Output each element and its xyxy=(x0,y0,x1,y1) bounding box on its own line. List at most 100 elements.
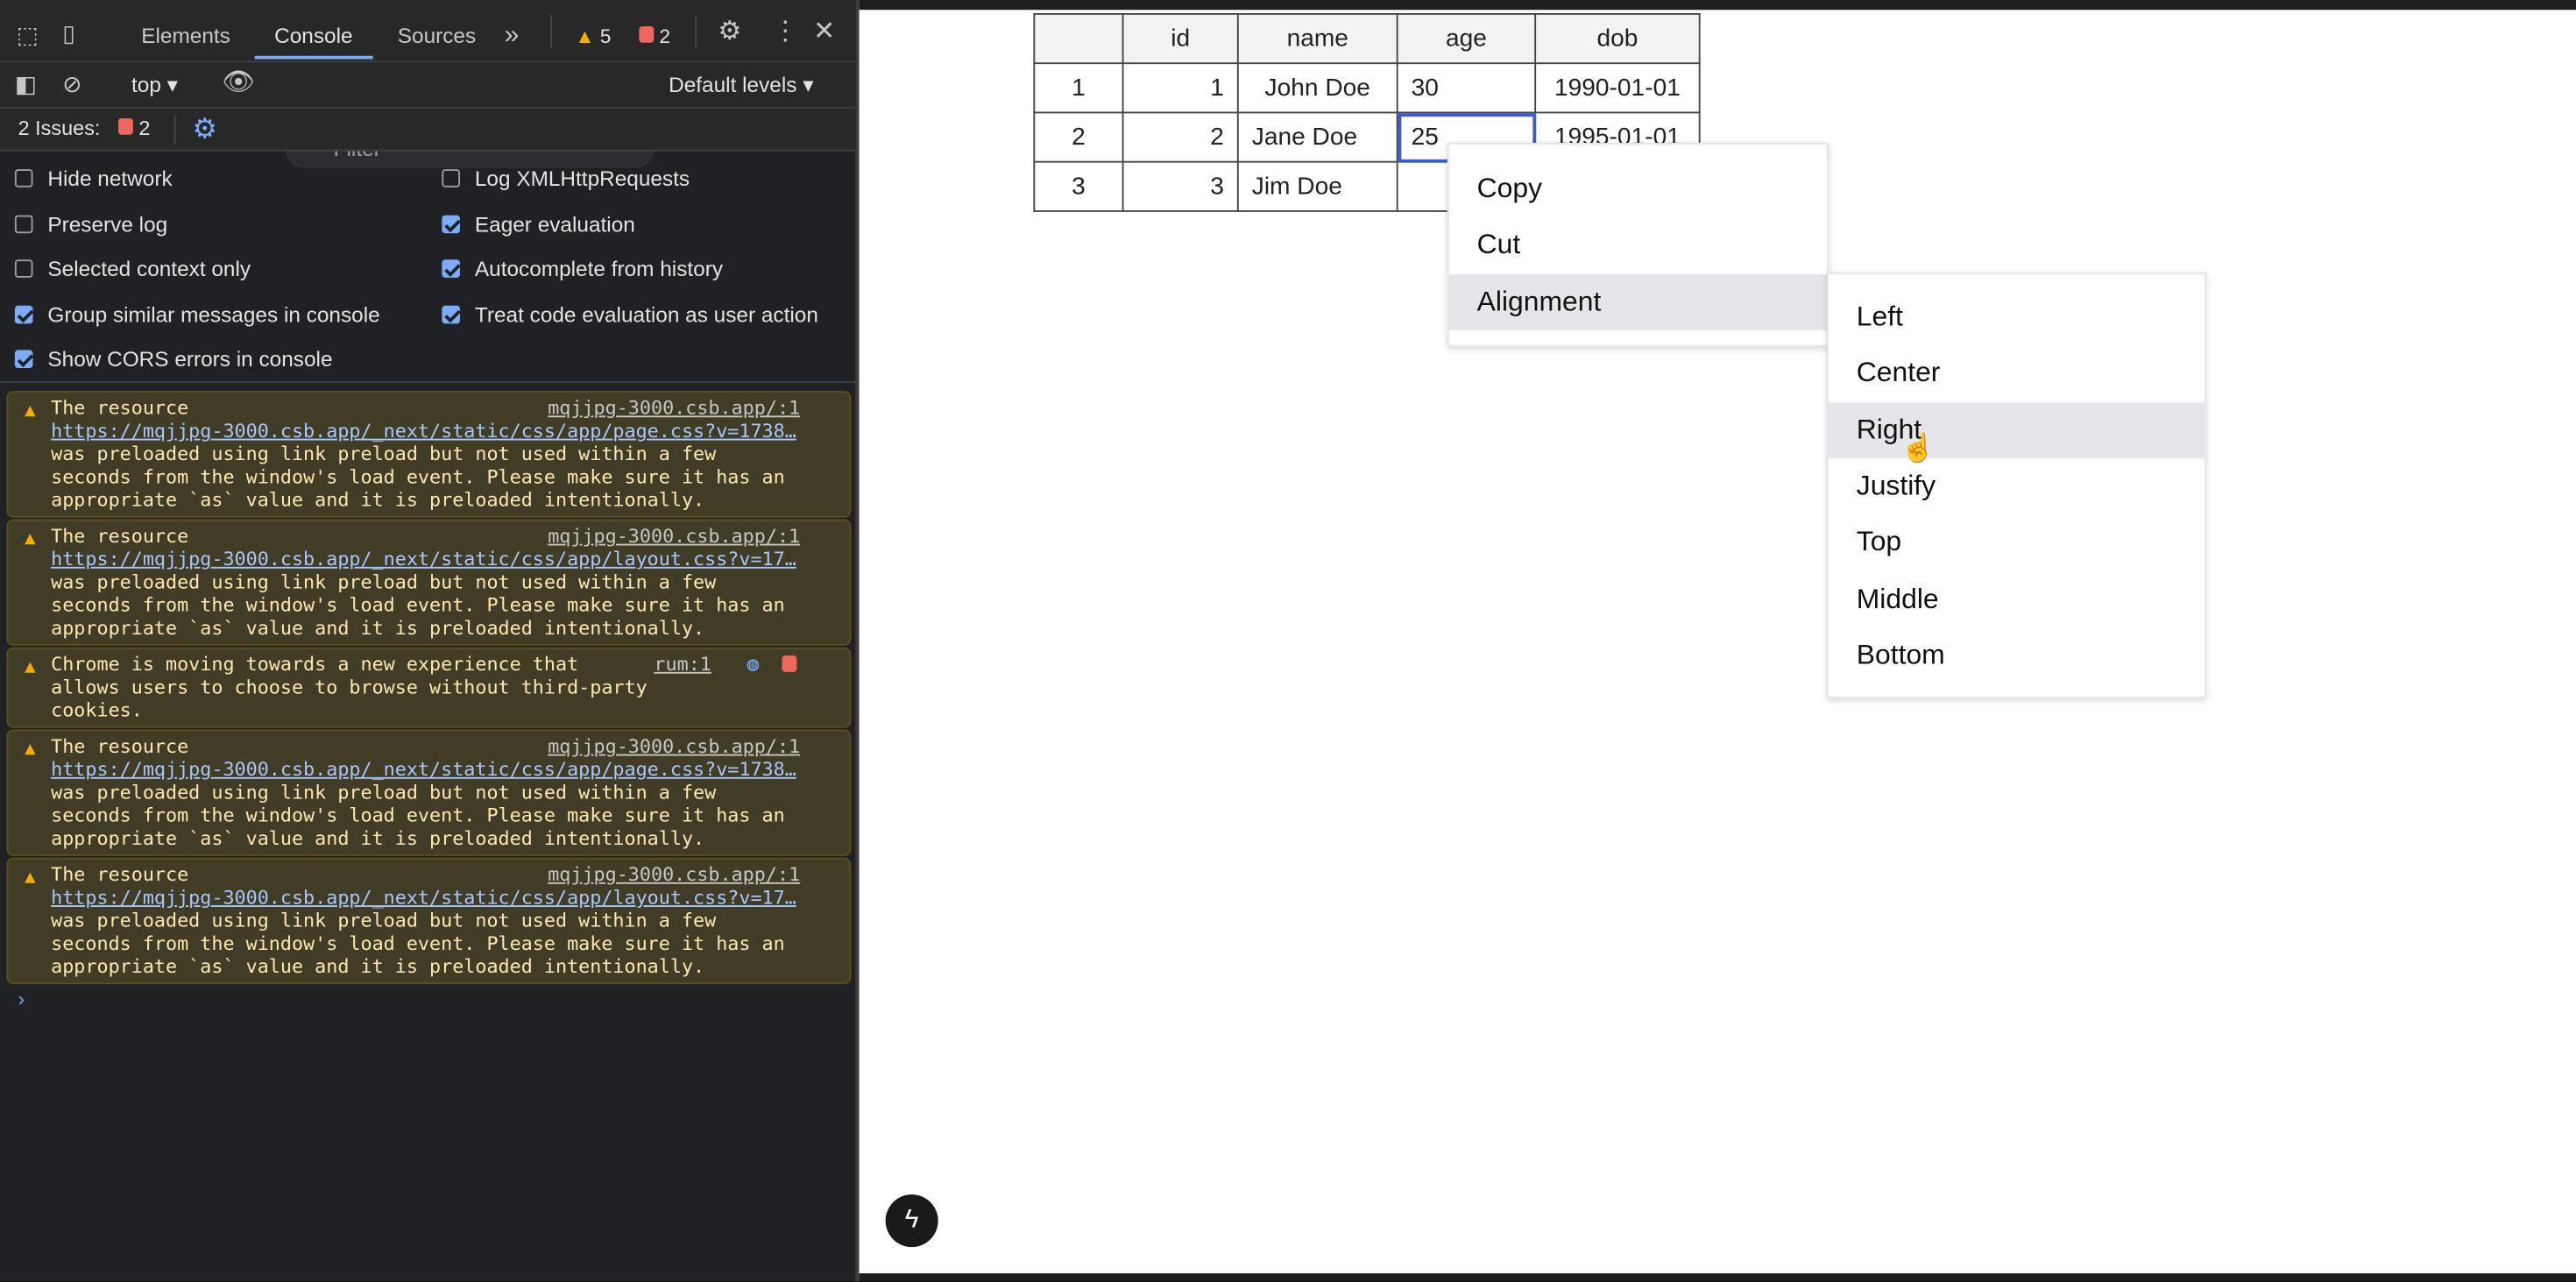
warnings-count: 5 xyxy=(599,25,612,48)
message-text: appropriate `as` value and it is preload… xyxy=(51,487,705,512)
message-text: seconds from the window's load event. Pl… xyxy=(51,464,785,488)
setting-label: Show CORS errors in console xyxy=(47,346,333,372)
issues-count: 2 xyxy=(659,25,671,48)
issues-counter[interactable]: 2 xyxy=(639,25,670,47)
console-warning-message: ▲ rum:1 Chrome is moving towards a new exp… xyxy=(6,647,852,728)
row-number-cell[interactable]: 1 xyxy=(1033,62,1124,114)
message-text: seconds from the window's load event. Pl… xyxy=(51,931,785,955)
active-tab-indicator xyxy=(254,55,373,60)
row-number-cell[interactable]: 2 xyxy=(1033,111,1124,163)
tab-elements[interactable]: Elements xyxy=(141,0,230,62)
message-source-link[interactable]: mqjjpg-3000.csb.app/:1 xyxy=(548,524,800,547)
checkbox[interactable] xyxy=(14,215,33,234)
table-cell[interactable]: 3 xyxy=(1122,160,1239,212)
issues-link-count: 2 xyxy=(138,117,151,140)
header-row: id name age dob xyxy=(1033,13,1701,65)
table-cell[interactable]: 1990-01-01 xyxy=(1534,62,1701,114)
message-text: was preloaded using link preload but not… xyxy=(51,570,717,593)
message-text: was preloaded using link preload but not… xyxy=(51,908,717,932)
message-text: appropriate `as` value and it is preload… xyxy=(51,616,705,640)
setting-label: Log XMLHttpRequests xyxy=(474,166,690,191)
submenu-item-right[interactable]: Right xyxy=(1828,401,2205,458)
message-source-link[interactable]: rum:1 xyxy=(654,652,711,675)
row-number-cell[interactable]: 3 xyxy=(1033,160,1124,212)
header-cell-dob[interactable]: dob xyxy=(1534,13,1701,65)
tab-console[interactable]: Console xyxy=(274,0,352,62)
message-text: was preloaded using link preload but not… xyxy=(51,780,717,804)
console-warning-message: ▲ mqjjpg-3000.csb.app/:1 The resource https… xyxy=(6,519,852,646)
message-url-link[interactable]: https://mqjjpg-3000.csb.app/_next/static… xyxy=(51,757,796,780)
issues-link[interactable]: 2 xyxy=(118,117,150,139)
settings-gear-icon[interactable]: ⚙ xyxy=(718,19,741,46)
log-levels-dropdown[interactable]: Default levels ▾ xyxy=(669,73,813,99)
message-text: seconds from the window's load event. Pl… xyxy=(51,803,785,827)
screen: ⬚ ▯ Elements Console Sources » ▲ 5 2 ⚙ ⋮… xyxy=(0,0,2576,1282)
setting-label: Selected context only xyxy=(47,256,251,281)
table-cell[interactable]: John Doe xyxy=(1236,62,1398,114)
setting-label: Preserve log xyxy=(47,211,168,237)
checkbox[interactable] xyxy=(14,169,33,188)
message-text: The resource xyxy=(51,395,189,420)
divider xyxy=(173,115,176,145)
context-menu-item-cut[interactable]: Cut xyxy=(1449,217,1827,273)
submenu-item-bottom[interactable]: Bottom xyxy=(1829,627,2204,683)
checkbox[interactable] xyxy=(442,259,460,278)
issue-icon[interactable] xyxy=(782,654,797,676)
context-selector[interactable]: top ▾ xyxy=(131,73,178,99)
message-text: appropriate `as` value and it is preload… xyxy=(51,954,705,978)
setting-label: Autocomplete from history xyxy=(474,256,724,281)
table-cell[interactable]: 30 xyxy=(1396,62,1537,114)
live-expression-eye-icon[interactable]: 👁 xyxy=(222,70,255,97)
lightning-icon[interactable]: ϟ xyxy=(885,1194,938,1248)
console-warning-message: ▲ mqjjpg-3000.csb.app/:1 The resource https… xyxy=(6,729,852,856)
table-cell[interactable]: 1 xyxy=(1122,62,1239,114)
more-tabs-icon[interactable]: » xyxy=(505,0,520,62)
header-cell-corner[interactable] xyxy=(1033,13,1124,65)
message-source-link[interactable]: mqjjpg-3000.csb.app/:1 xyxy=(548,862,800,885)
message-text: The resource xyxy=(51,734,189,758)
message-source-link[interactable]: mqjjpg-3000.csb.app/:1 xyxy=(548,734,800,757)
table-cell[interactable]: Jane Doe xyxy=(1236,111,1398,163)
submenu-item-justify[interactable]: Justify xyxy=(1829,458,2204,514)
checkbox[interactable] xyxy=(14,259,33,278)
setting-label: Hide network xyxy=(47,166,173,191)
tab-sources[interactable]: Sources xyxy=(398,0,476,62)
warnings-counter[interactable]: ▲ 5 xyxy=(575,25,611,47)
setting-label: Group similar messages in console xyxy=(47,302,380,328)
log-levels-label: Default levels xyxy=(669,72,797,97)
message-source-link[interactable]: mqjjpg-3000.csb.app/:1 xyxy=(548,396,800,419)
submenu-item-left[interactable]: Left xyxy=(1829,289,2204,345)
checkbox[interactable] xyxy=(442,169,460,188)
submenu-item-middle[interactable]: Middle xyxy=(1829,571,2204,627)
message-url-link[interactable]: https://mqjjpg-3000.csb.app/_next/static… xyxy=(51,886,796,909)
context-menu-item-copy[interactable]: Copy xyxy=(1449,161,1827,217)
console-warning-message: ▲ mqjjpg-3000.csb.app/:1 The resource https… xyxy=(6,857,852,985)
submenu-item-top[interactable]: Top xyxy=(1829,514,2204,570)
checkbox[interactable] xyxy=(442,215,460,234)
checkbox[interactable] xyxy=(14,350,33,368)
inspect-element-icon[interactable]: ⬚ xyxy=(17,23,39,46)
divider xyxy=(550,14,552,48)
header-cell-name[interactable]: name xyxy=(1236,13,1398,65)
close-icon[interactable]: ✕ xyxy=(813,19,835,46)
more-options-icon[interactable]: ⋮ xyxy=(772,19,798,46)
sidebar-toggle-icon[interactable]: ◧ xyxy=(15,73,37,96)
network-icon[interactable]: ◍ xyxy=(747,652,760,675)
table-cell[interactable]: Jim Doe xyxy=(1236,160,1398,212)
table-cell[interactable]: 2 xyxy=(1122,111,1239,163)
issue-icon xyxy=(639,26,655,43)
header-cell-age[interactable]: age xyxy=(1396,13,1537,65)
checkbox[interactable] xyxy=(442,305,460,324)
checkbox[interactable] xyxy=(14,305,33,324)
warning-icon: ▲ xyxy=(25,655,36,677)
device-toolbar-icon[interactable]: ▯ xyxy=(62,21,74,44)
header-cell-id[interactable]: id xyxy=(1122,13,1239,65)
console-settings-gear-icon[interactable]: ⚙ xyxy=(192,115,217,143)
issues-bar: 2 Issues: 2 ⚙ xyxy=(0,108,856,152)
clear-console-icon[interactable]: ⊘ xyxy=(62,73,81,96)
message-url-link[interactable]: https://mqjjpg-3000.csb.app/_next/static… xyxy=(51,547,796,570)
context-menu-item-alignment[interactable]: Alignment xyxy=(1448,274,1827,330)
submenu-item-center[interactable]: Center xyxy=(1829,345,2204,401)
console-prompt[interactable]: › xyxy=(18,988,25,1010)
message-url-link[interactable]: https://mqjjpg-3000.csb.app/_next/static… xyxy=(51,419,796,442)
